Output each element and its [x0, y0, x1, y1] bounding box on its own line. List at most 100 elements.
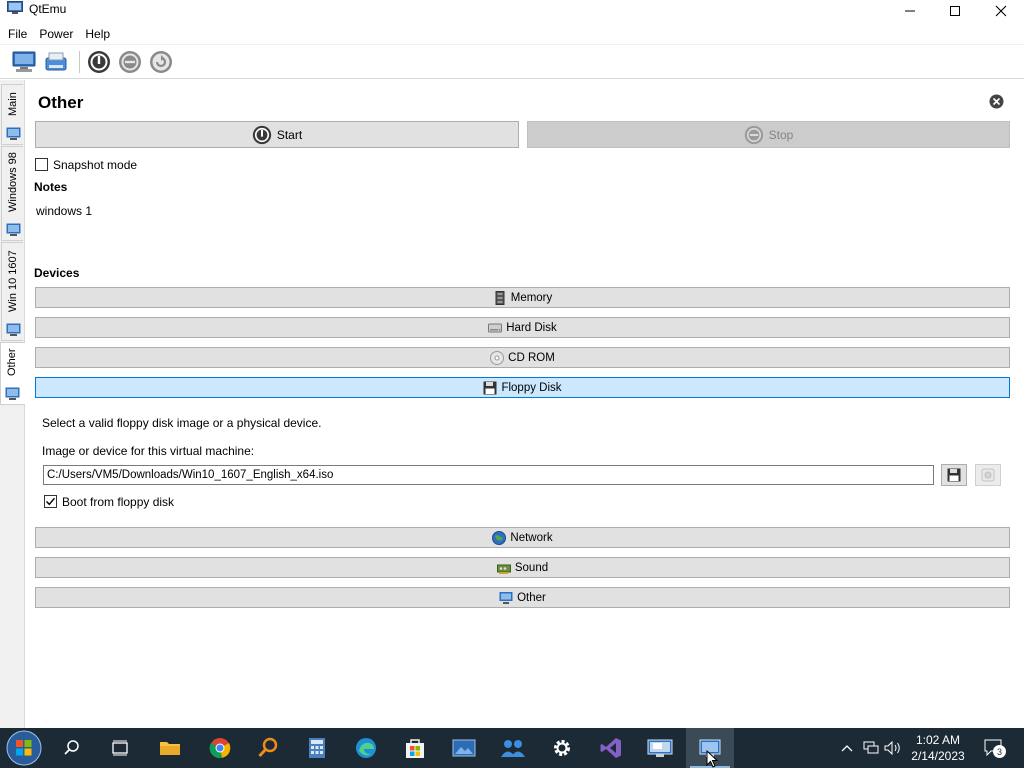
floppy-image-path-input[interactable]	[43, 465, 934, 485]
power-on-button[interactable]	[86, 49, 112, 75]
maximize-icon	[950, 6, 960, 16]
speaker-icon	[884, 741, 900, 755]
snapshot-mode-checkbox[interactable]	[35, 158, 48, 171]
stop-button-label: Stop	[768, 127, 794, 142]
start-button-label: Start	[276, 127, 303, 142]
hard-disk-device-button[interactable]: Hard Disk	[35, 317, 1010, 338]
new-machine-button[interactable]	[11, 49, 37, 75]
photos-button[interactable]	[440, 728, 488, 768]
task-view-button[interactable]	[96, 728, 144, 768]
floppy-disk-device-button[interactable]: Floppy Disk	[35, 377, 1010, 398]
power-off-button[interactable]	[117, 49, 143, 75]
remote-desktop-button[interactable]	[636, 728, 684, 768]
chrome-button[interactable]	[196, 728, 244, 768]
calculator-button[interactable]	[293, 728, 341, 768]
network-status-button[interactable]	[862, 739, 880, 757]
monitor-icon	[6, 323, 21, 336]
tab-main[interactable]: Main	[1, 84, 23, 145]
monitor-icon	[6, 127, 21, 140]
toolbar-separator	[79, 51, 80, 73]
memory-icon	[495, 290, 505, 305]
notes-heading: Notes	[34, 180, 68, 194]
calculator-icon	[309, 738, 325, 758]
visual-studio-button[interactable]	[587, 728, 635, 768]
sound-card-icon	[496, 564, 511, 574]
boot-from-floppy-label[interactable]: Boot from floppy disk	[62, 495, 174, 509]
hard-disk-icon	[488, 323, 503, 332]
snapshot-mode-label[interactable]: Snapshot mode	[53, 158, 137, 172]
edge-button[interactable]	[342, 728, 390, 768]
start-button[interactable]: Start	[35, 121, 519, 148]
tab-win-10-1607-label: Win 10 1607	[7, 250, 19, 312]
tab-win-10-1607[interactable]: Win 10 1607	[1, 242, 23, 341]
menu-file[interactable]: File	[4, 27, 31, 41]
cd-rom-label: CD ROM	[508, 351, 555, 364]
notes-text[interactable]: windows 1	[36, 204, 92, 218]
settings-button[interactable]	[538, 728, 586, 768]
close-tab-button[interactable]	[989, 94, 1004, 109]
search-tool-icon	[258, 737, 278, 758]
power-off-icon	[744, 125, 763, 144]
menu-help[interactable]: Help	[81, 27, 114, 41]
stop-button[interactable]: Stop	[527, 121, 1010, 148]
physical-device-button[interactable]	[975, 464, 1001, 486]
taskbar-search-button[interactable]	[48, 728, 96, 768]
gear-icon	[554, 740, 570, 756]
taskbar: 1:02 AM 2/14/2023 3	[0, 728, 1024, 768]
sound-device-button[interactable]: Sound	[35, 557, 1010, 578]
maximize-button[interactable]	[932, 0, 978, 22]
people-icon	[501, 740, 525, 757]
notification-count-badge: 3	[993, 745, 1006, 758]
cd-rom-icon	[490, 350, 505, 365]
photos-icon	[452, 739, 476, 757]
machine-settings-icon	[45, 52, 67, 71]
show-hidden-icons-button[interactable]	[838, 739, 856, 757]
clock-date: 2/14/2023	[911, 749, 965, 763]
checkmark-icon	[46, 497, 56, 506]
title-bar: QtEmu	[0, 0, 1024, 22]
hard-disk-label: Hard Disk	[506, 321, 557, 334]
chevron-up-icon	[841, 745, 853, 752]
machine-panel: Other Start Stop Snapshot mode Notes win…	[26, 80, 1024, 728]
memory-device-button[interactable]: Memory	[35, 287, 1010, 308]
cd-rom-device-button[interactable]: CD ROM	[35, 347, 1010, 368]
machine-settings-button[interactable]	[43, 49, 69, 75]
minimize-button[interactable]	[887, 0, 933, 22]
mouse-cursor-icon	[706, 750, 718, 768]
search-tool-button[interactable]	[244, 728, 292, 768]
volume-button[interactable]	[884, 739, 902, 757]
store-button[interactable]	[391, 728, 439, 768]
file-explorer-icon	[160, 742, 180, 755]
machine-tabs: Main Windows 98 Win 10 1607 Other	[0, 80, 25, 728]
task-view-icon	[112, 740, 128, 756]
other-label: Other	[517, 591, 546, 604]
machine-name-title: Other	[38, 93, 84, 112]
menu-power[interactable]: Power	[35, 27, 77, 41]
sound-label: Sound	[514, 561, 549, 574]
clock-time: 1:02 AM	[915, 733, 961, 747]
monitor-icon	[6, 223, 21, 236]
menu-bar: File Power Help	[0, 23, 125, 44]
power-on-icon	[252, 125, 271, 144]
window-title: QtEmu	[29, 2, 67, 16]
network-device-button[interactable]: Network	[35, 527, 1010, 548]
network-label: Network	[510, 531, 553, 544]
notifications-button[interactable]: 3	[983, 739, 1006, 758]
start-menu-button[interactable]	[0, 728, 48, 768]
monitor-icon	[5, 387, 20, 400]
file-explorer-button[interactable]	[146, 728, 194, 768]
memory-label: Memory	[510, 291, 553, 304]
network-status-icon	[863, 741, 879, 754]
tab-other[interactable]: Other	[0, 342, 25, 405]
people-button[interactable]	[489, 728, 537, 768]
remote-desktop-icon	[647, 739, 673, 757]
boot-from-floppy-checkbox[interactable]	[44, 495, 57, 508]
reset-button[interactable]	[148, 49, 174, 75]
taskbar-clock[interactable]: 1:02 AM 2/14/2023	[905, 732, 971, 764]
close-button[interactable]	[978, 0, 1024, 22]
network-globe-icon	[492, 530, 507, 545]
floppy-save-icon	[947, 468, 961, 482]
browse-image-button[interactable]	[941, 464, 967, 486]
other-device-button[interactable]: Other	[35, 587, 1010, 608]
tab-windows-98[interactable]: Windows 98	[1, 146, 23, 241]
